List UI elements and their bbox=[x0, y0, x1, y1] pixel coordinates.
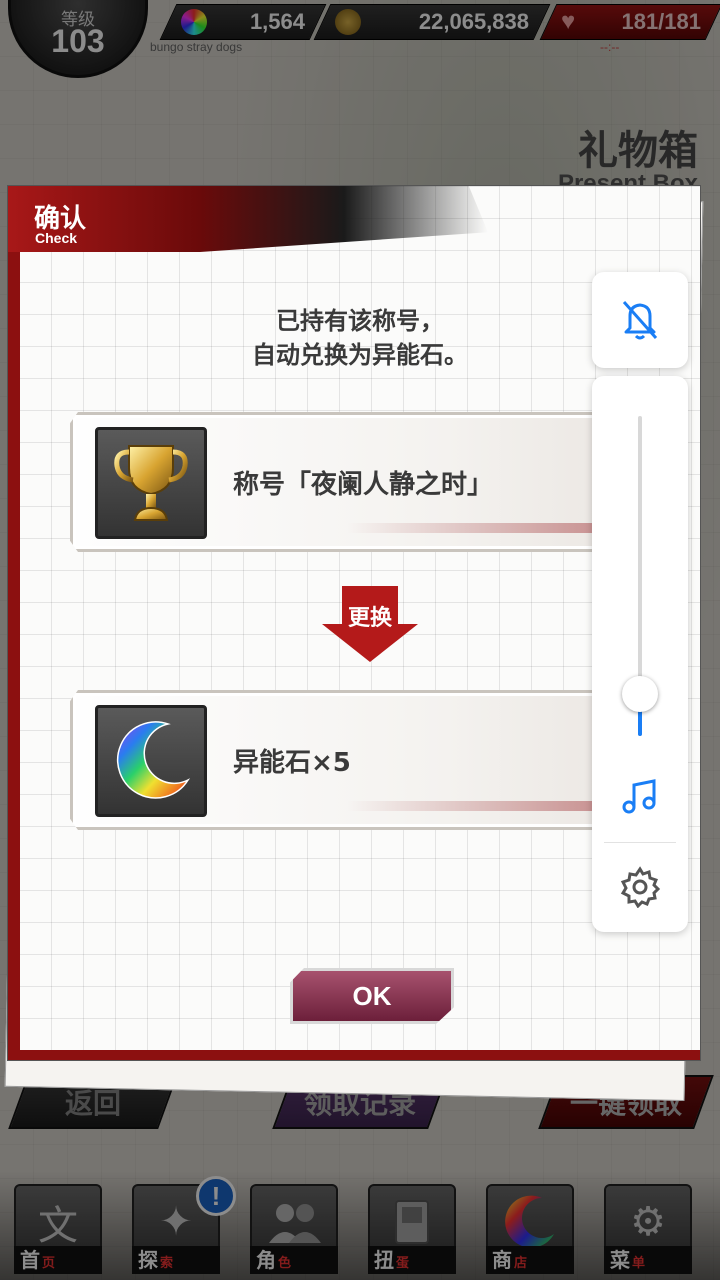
mute-toggle[interactable] bbox=[592, 272, 688, 368]
new-item-label: 异能石×5 bbox=[233, 747, 351, 778]
trophy-icon bbox=[95, 427, 207, 539]
panel-divider bbox=[604, 842, 676, 843]
original-item-label: 称号「夜阑人静之时」 bbox=[233, 469, 494, 500]
volume-slider-thumb[interactable] bbox=[622, 676, 658, 713]
exchange-label: 更换 bbox=[347, 606, 392, 631]
dialog-title-en: Check bbox=[35, 230, 78, 246]
music-note-icon[interactable] bbox=[592, 772, 688, 822]
bell-slash-icon bbox=[592, 272, 688, 368]
ok-button[interactable]: OK bbox=[290, 968, 454, 1024]
new-item-card: 异能石×5 bbox=[70, 690, 610, 830]
rainbow-moon-stone-icon bbox=[95, 705, 207, 817]
original-item-card: 称号「夜阑人静之时」 bbox=[70, 412, 610, 552]
gear-icon[interactable] bbox=[592, 862, 688, 912]
volume-panel bbox=[592, 376, 688, 932]
exchange-arrow: 更换 bbox=[320, 586, 420, 664]
